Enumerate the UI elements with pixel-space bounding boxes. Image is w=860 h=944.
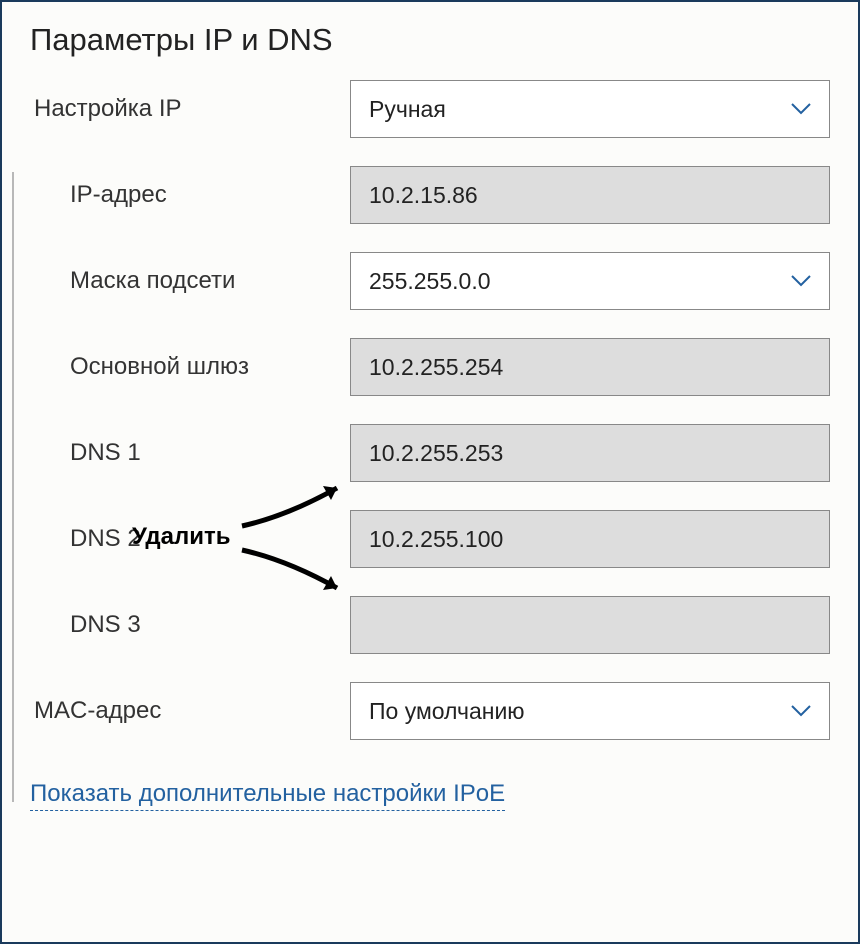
arrow-icon xyxy=(237,542,357,607)
annotation-delete-label: Удалить xyxy=(132,523,231,551)
dns1-label: DNS 1 xyxy=(30,439,350,467)
ip-address-field[interactable] xyxy=(369,167,811,223)
dns2-field[interactable] xyxy=(369,511,811,567)
show-advanced-link[interactable]: Показать дополнительные настройки IPoE xyxy=(30,780,505,811)
ip-config-row: Настройка IP Ручная xyxy=(30,80,830,138)
section-title: Параметры IP и DNS xyxy=(30,22,830,58)
mac-select[interactable]: По умолчанию xyxy=(350,682,830,740)
dns3-input[interactable] xyxy=(350,596,830,654)
ip-config-select[interactable]: Ручная xyxy=(350,80,830,138)
gateway-label: Основной шлюз xyxy=(30,353,350,381)
arrow-icon xyxy=(237,476,357,541)
chevron-down-icon xyxy=(791,275,811,287)
dns3-row: DNS 3 xyxy=(30,596,830,654)
subnet-row: Маска подсети 255.255.0.0 xyxy=(30,252,830,310)
dns1-input[interactable] xyxy=(350,424,830,482)
mac-row: MAC-адрес По умолчанию xyxy=(30,682,830,740)
ip-address-row: IP-адрес xyxy=(30,166,830,224)
subnet-value: 255.255.0.0 xyxy=(369,268,491,295)
dns2-input[interactable] xyxy=(350,510,830,568)
tree-indent-line xyxy=(12,172,14,802)
ip-address-input[interactable] xyxy=(350,166,830,224)
subnet-select[interactable]: 255.255.0.0 xyxy=(350,252,830,310)
dns3-field[interactable] xyxy=(369,597,811,653)
dns1-field[interactable] xyxy=(369,425,811,481)
subnet-label: Маска подсети xyxy=(30,267,350,295)
dns1-row: DNS 1 xyxy=(30,424,830,482)
ip-config-label: Настройка IP xyxy=(30,95,350,123)
mac-value: По умолчанию xyxy=(369,698,525,725)
dns3-label: DNS 3 xyxy=(30,611,350,639)
ip-config-value: Ручная xyxy=(369,96,446,123)
gateway-row: Основной шлюз xyxy=(30,338,830,396)
chevron-down-icon xyxy=(791,705,811,717)
chevron-down-icon xyxy=(791,103,811,115)
ip-address-label: IP-адрес xyxy=(30,181,350,209)
gateway-field[interactable] xyxy=(369,339,811,395)
gateway-input[interactable] xyxy=(350,338,830,396)
mac-label: MAC-адрес xyxy=(30,697,350,725)
